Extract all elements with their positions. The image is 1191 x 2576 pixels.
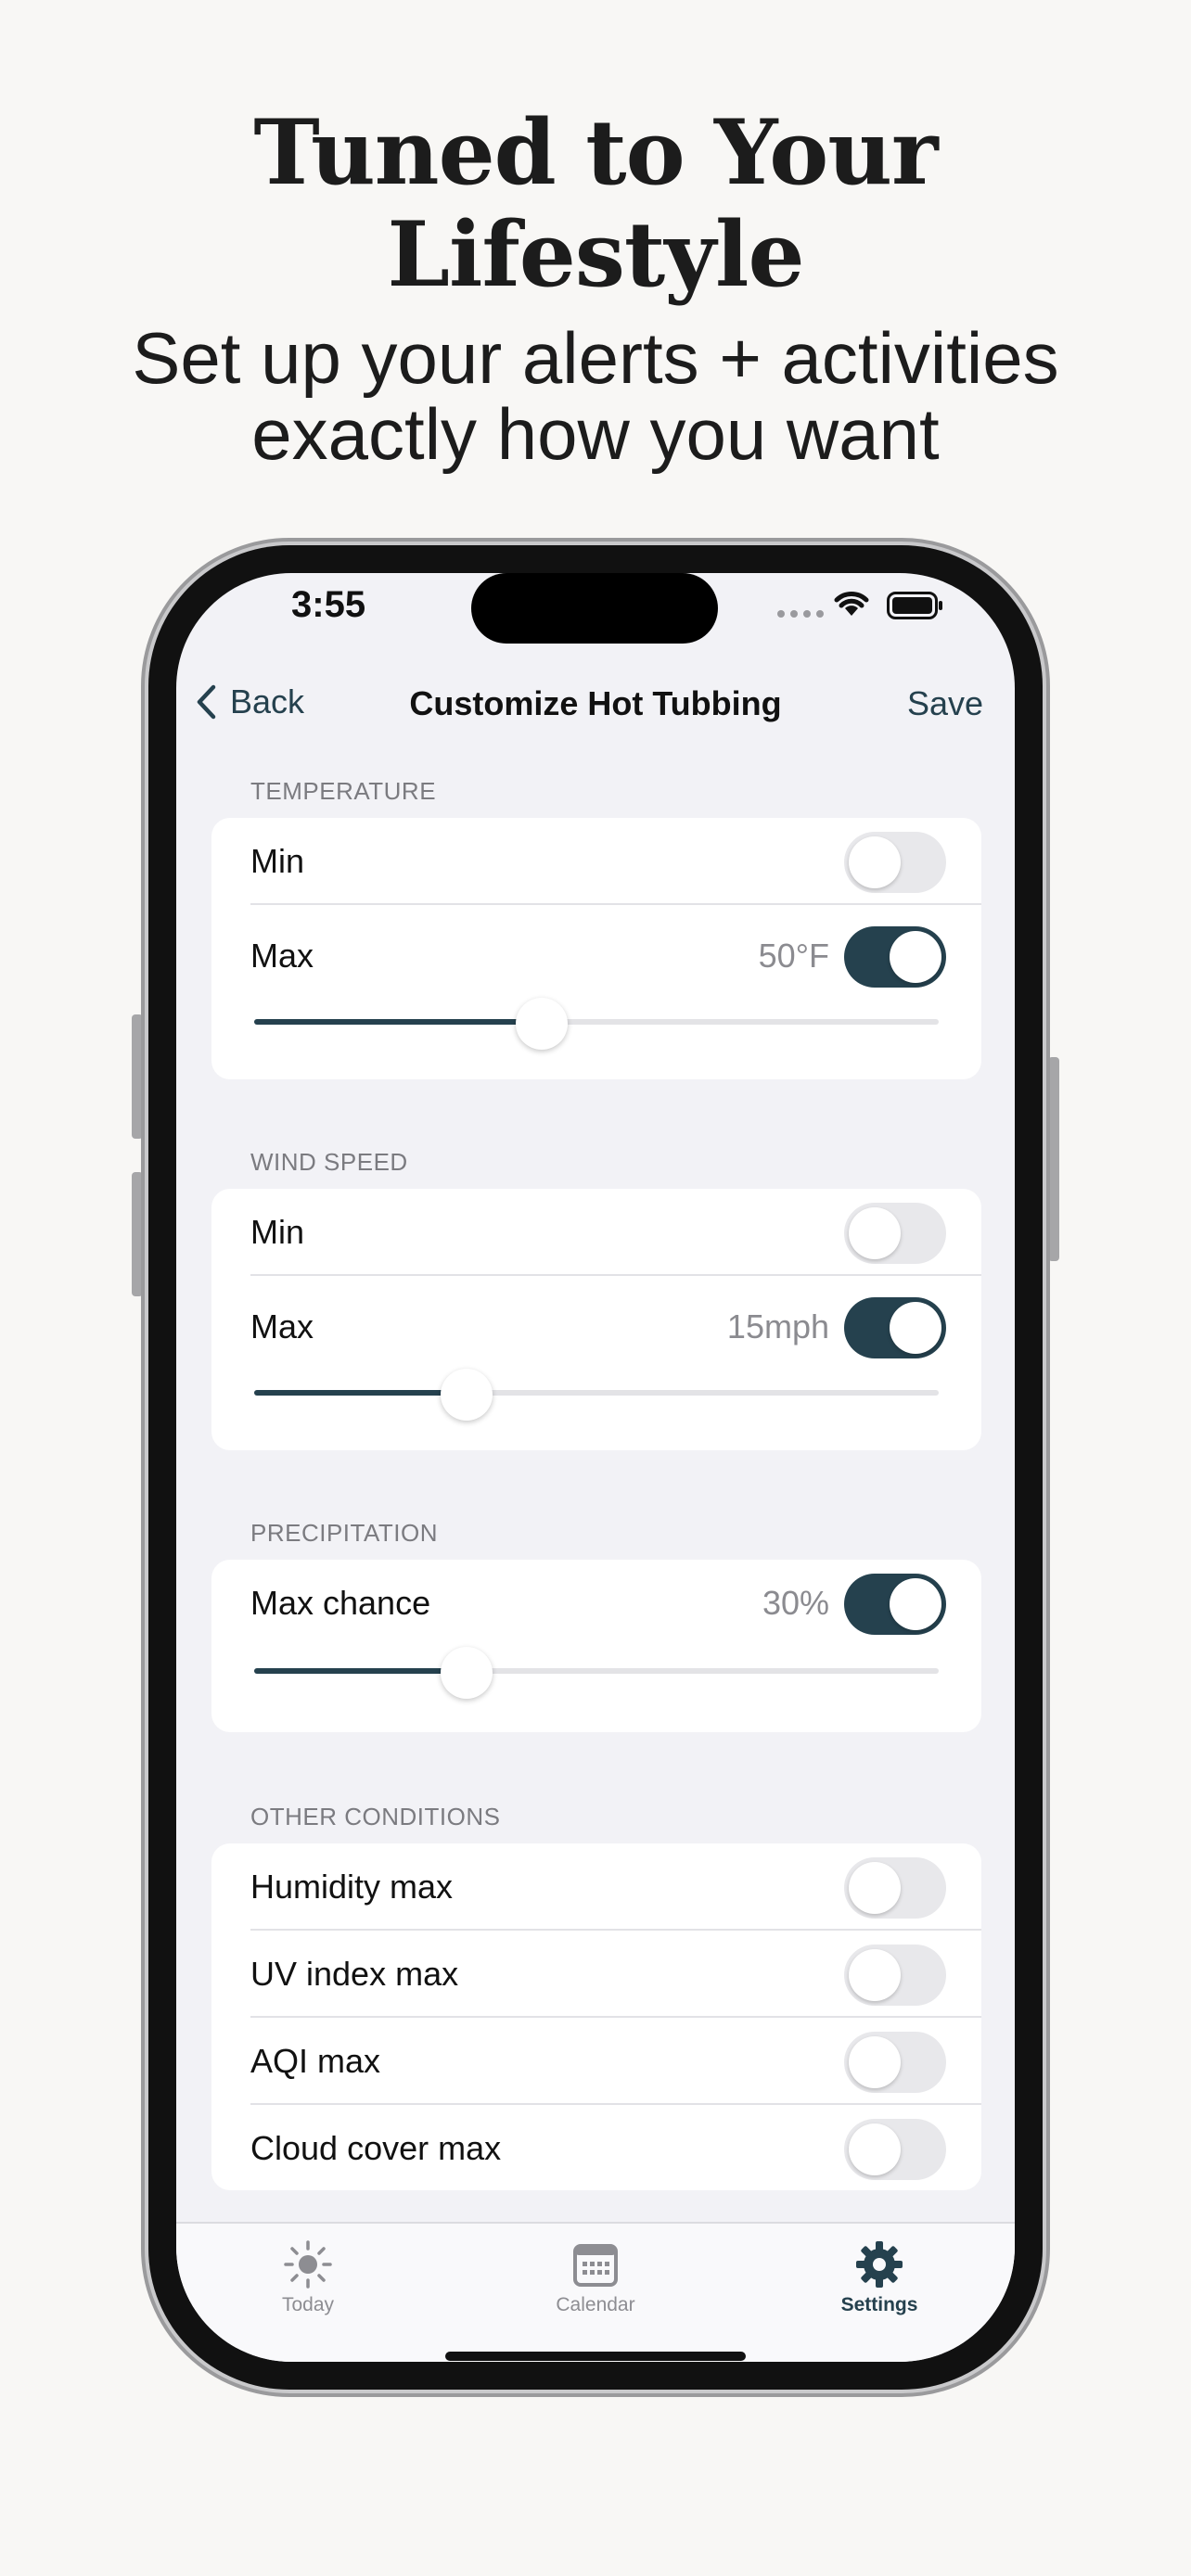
hero-subtitle: Set up your alerts + activities exactly … (0, 320, 1191, 472)
hero-title-line1: Tuned to Your (253, 100, 938, 205)
signal-icon (777, 610, 824, 618)
tab-calendar[interactable]: Calendar (503, 2238, 688, 2316)
hero-subtitle-line2: exactly how you want (251, 393, 940, 475)
wind-max-row: Max 15mph (211, 1283, 981, 1369)
divider (250, 903, 981, 905)
cloud-cover-max-label: Cloud cover max (250, 2129, 502, 2167)
divider (250, 1274, 981, 1276)
battery-icon (887, 592, 942, 619)
home-indicator (445, 2352, 746, 2361)
humidity-max-label: Humidity max (250, 1868, 454, 1906)
wifi-icon (834, 592, 869, 616)
precipitation-max-slider[interactable] (254, 1647, 939, 1699)
tab-today-label: Today (281, 2294, 335, 2315)
tab-settings-label: Settings (840, 2294, 918, 2315)
temperature-card: Min Max 50°F (211, 818, 981, 1079)
save-button[interactable]: Save (907, 684, 983, 723)
wind-speed-card: Min Max 15mph (211, 1189, 981, 1450)
aqi-max-row: AQI max (211, 2018, 981, 2103)
tab-today[interactable]: Today (215, 2238, 401, 2316)
section-header-precipitation: PRECIPITATION (250, 1519, 438, 1547)
temperature-max-slider[interactable] (254, 998, 939, 1050)
wind-min-row: Min (211, 1189, 981, 1274)
temperature-min-label: Min (250, 842, 305, 880)
section-header-temperature: TEMPERATURE (250, 777, 437, 805)
sun-icon (284, 2240, 332, 2289)
cloud-cover-max-row: Cloud cover max (211, 2105, 981, 2190)
uv-index-max-label: UV index max (250, 1955, 459, 1993)
cloud-cover-max-toggle[interactable] (844, 2119, 946, 2180)
wind-min-toggle[interactable] (844, 1203, 946, 1264)
section-header-wind-speed: WIND SPEED (250, 1148, 408, 1176)
dynamic-island (471, 573, 718, 644)
temperature-min-row: Min (211, 818, 981, 903)
tab-bar: Today Calendar Settings (176, 2222, 1015, 2362)
hero-title-line2: Lifestyle (387, 202, 804, 307)
aqi-max-toggle[interactable] (844, 2032, 946, 2093)
gear-icon (856, 2241, 903, 2288)
navigation-bar: Back Customize Hot Tubbing Save (176, 666, 1015, 740)
wind-max-value: 15mph (726, 1307, 829, 1345)
phone-screen: 3:55 Back Customize Hot Tubbing Save TEM… (176, 573, 1015, 2362)
tab-calendar-label: Calendar (556, 2294, 635, 2315)
page-title: Customize Hot Tubbing (409, 684, 782, 722)
slider-thumb[interactable] (440, 1369, 493, 1421)
humidity-max-toggle[interactable] (844, 1857, 946, 1919)
calendar-icon (573, 2244, 618, 2287)
humidity-max-row: Humidity max (211, 1843, 981, 1929)
wind-max-slider[interactable] (254, 1369, 939, 1421)
temperature-max-value: 50°F (758, 937, 829, 975)
temperature-min-toggle[interactable] (844, 832, 946, 893)
aqi-max-label: AQI max (250, 2042, 381, 2080)
wind-min-label: Min (250, 1213, 305, 1251)
uv-index-max-row: UV index max (211, 1931, 981, 2016)
precipitation-card: Max chance 30% (211, 1560, 981, 1732)
tab-settings[interactable]: Settings (787, 2238, 972, 2316)
wind-max-label: Max (250, 1307, 314, 1345)
slider-thumb[interactable] (440, 1647, 493, 1699)
section-header-other-conditions: OTHER CONDITIONS (250, 1803, 501, 1830)
uv-index-max-toggle[interactable] (844, 1945, 946, 2006)
status-time: 3:55 (291, 584, 366, 625)
hero-subtitle-line1: Set up your alerts + activities (132, 317, 1059, 399)
temperature-max-label: Max (250, 937, 314, 975)
temperature-max-row: Max 50°F (211, 912, 981, 998)
precipitation-max-toggle[interactable] (844, 1574, 946, 1635)
precipitation-max-row: Max chance 30% (211, 1560, 981, 1645)
wind-max-toggle[interactable] (844, 1297, 946, 1358)
slider-thumb[interactable] (515, 998, 568, 1050)
other-conditions-card: Humidity max UV index max AQI max Cloud … (211, 1843, 981, 2190)
precipitation-max-value: 30% (762, 1584, 829, 1622)
temperature-max-toggle[interactable] (844, 926, 946, 988)
precipitation-max-label: Max chance (250, 1584, 431, 1622)
hero-title: Tuned to Your Lifestyle (0, 102, 1191, 306)
